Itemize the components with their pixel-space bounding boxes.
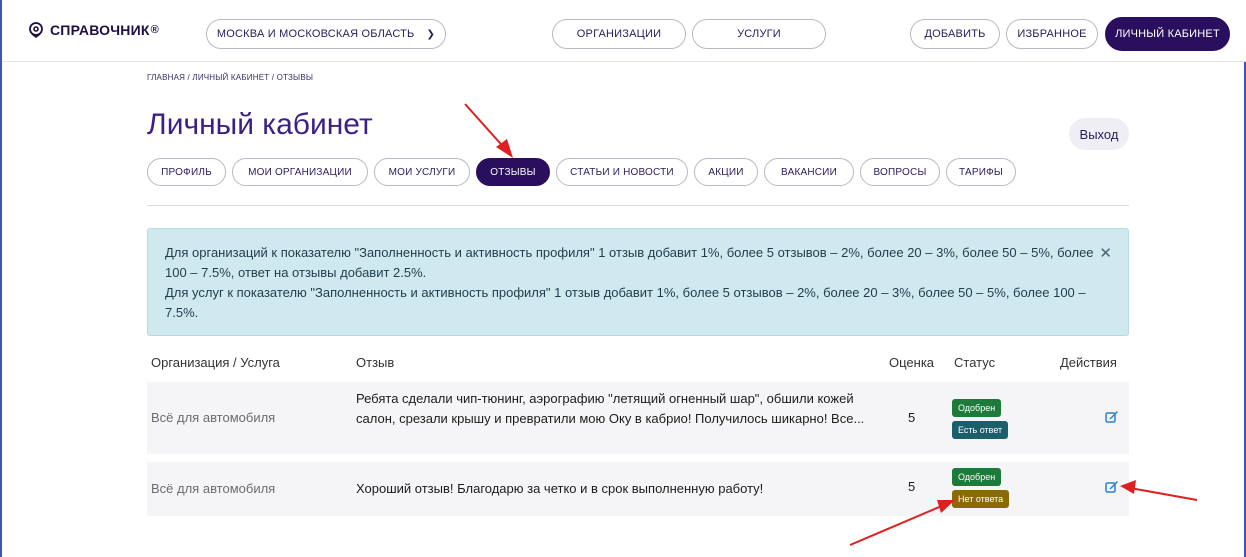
logo-text: СПРАВОЧНИК [50,22,150,38]
tab-profile[interactable]: ПРОФИЛЬ [147,158,226,186]
row-rating: 5 [908,479,916,494]
edit-icon [1105,411,1118,423]
row-review: Ребята сделали чип-тюнинг, аэрографию "л… [356,391,865,426]
alert-text-organizations: Для организаций к показателю "Заполненно… [165,245,1094,280]
tab-promotions[interactable]: АКЦИИ [694,158,758,186]
top-navigation: СПРАВОЧНИК ® МОСКВА И МОСКОВСКАЯ ОБЛАСТЬ … [2,0,1246,62]
breadcrumb[interactable]: ГЛАВНАЯ / ЛИЧНЫЙ КАБИНЕТ / ОТЗЫВЫ [147,73,313,82]
column-header-status: Статус [954,355,996,370]
logout-button[interactable]: Выход [1069,118,1129,150]
region-label: МОСКВА И МОСКОВСКАЯ ОБЛАСТЬ [216,28,415,40]
row-org: Всё для автомобиля [151,481,276,496]
nav-organizations[interactable]: ОРГАНИЗАЦИИ [552,19,686,49]
add-button[interactable]: ДОБАВИТЬ [910,19,1000,49]
annotation-arrow-edit [1120,480,1198,501]
tab-tariffs[interactable]: ТАРИФЫ [946,158,1016,186]
column-header-review: Отзыв [356,355,395,370]
close-icon[interactable]: ✕ [1099,244,1112,264]
tabs-divider [147,205,1129,206]
logo[interactable]: СПРАВОЧНИК ® [28,22,159,38]
reply-badge: Есть ответ [952,421,1009,439]
table-row: Всё для автомобиля Ребята сделали чип-тю… [147,382,1129,454]
row-rating: 5 [908,410,916,425]
registered-mark: ® [150,24,159,36]
column-header-rating: Оценка [889,355,935,370]
tab-reviews[interactable]: ОТЗЫВЫ [476,158,550,186]
column-header-actions: Действия [1060,355,1117,370]
location-pin-icon [29,22,43,38]
tab-my-services[interactable]: МОИ УСЛУГИ [374,158,470,186]
chevron-down-icon: ❯ [426,28,436,40]
alert-text-services: Для услуг к показателю "Заполненность и … [165,285,1086,320]
edit-button[interactable] [1105,410,1119,429]
tab-my-organizations[interactable]: МОИ ОРГАНИЗАЦИИ [232,158,368,186]
edit-icon [1105,481,1118,493]
reply-badge: Нет ответа [952,490,1010,508]
column-header-org: Организация / Услуга [151,355,280,370]
info-alert: Для организаций к показателю "Заполненно… [147,228,1129,336]
status-badge: Одобрен [952,399,1002,417]
favorites-button[interactable]: ИЗБРАННОЕ [1006,19,1098,49]
status-badge: Одобрен [952,468,1002,486]
row-review: Хороший отзыв! Благодарю за четко и в ср… [356,481,764,496]
page-title: Личный кабинет [147,108,373,141]
table-row: Всё для автомобиля Хороший отзыв! Благод… [147,462,1129,516]
row-org: Всё для автомобиля [151,410,276,425]
region-select[interactable]: МОСКВА И МОСКОВСКАЯ ОБЛАСТЬ ❯ [206,19,446,49]
edit-button[interactable] [1105,480,1119,499]
tab-questions[interactable]: ВОПРОСЫ [860,158,940,186]
cabinet-button[interactable]: ЛИЧНЫЙ КАБИНЕТ [1105,17,1230,51]
annotation-arrow-tab [464,103,513,158]
tab-vacancies[interactable]: ВАКАНСИИ [764,158,854,186]
window-frame: СПРАВОЧНИК ® МОСКВА И МОСКОВСКАЯ ОБЛАСТЬ … [0,0,1246,557]
nav-services[interactable]: УСЛУГИ [692,19,826,49]
tab-articles-news[interactable]: СТАТЬИ И НОВОСТИ [556,158,688,186]
